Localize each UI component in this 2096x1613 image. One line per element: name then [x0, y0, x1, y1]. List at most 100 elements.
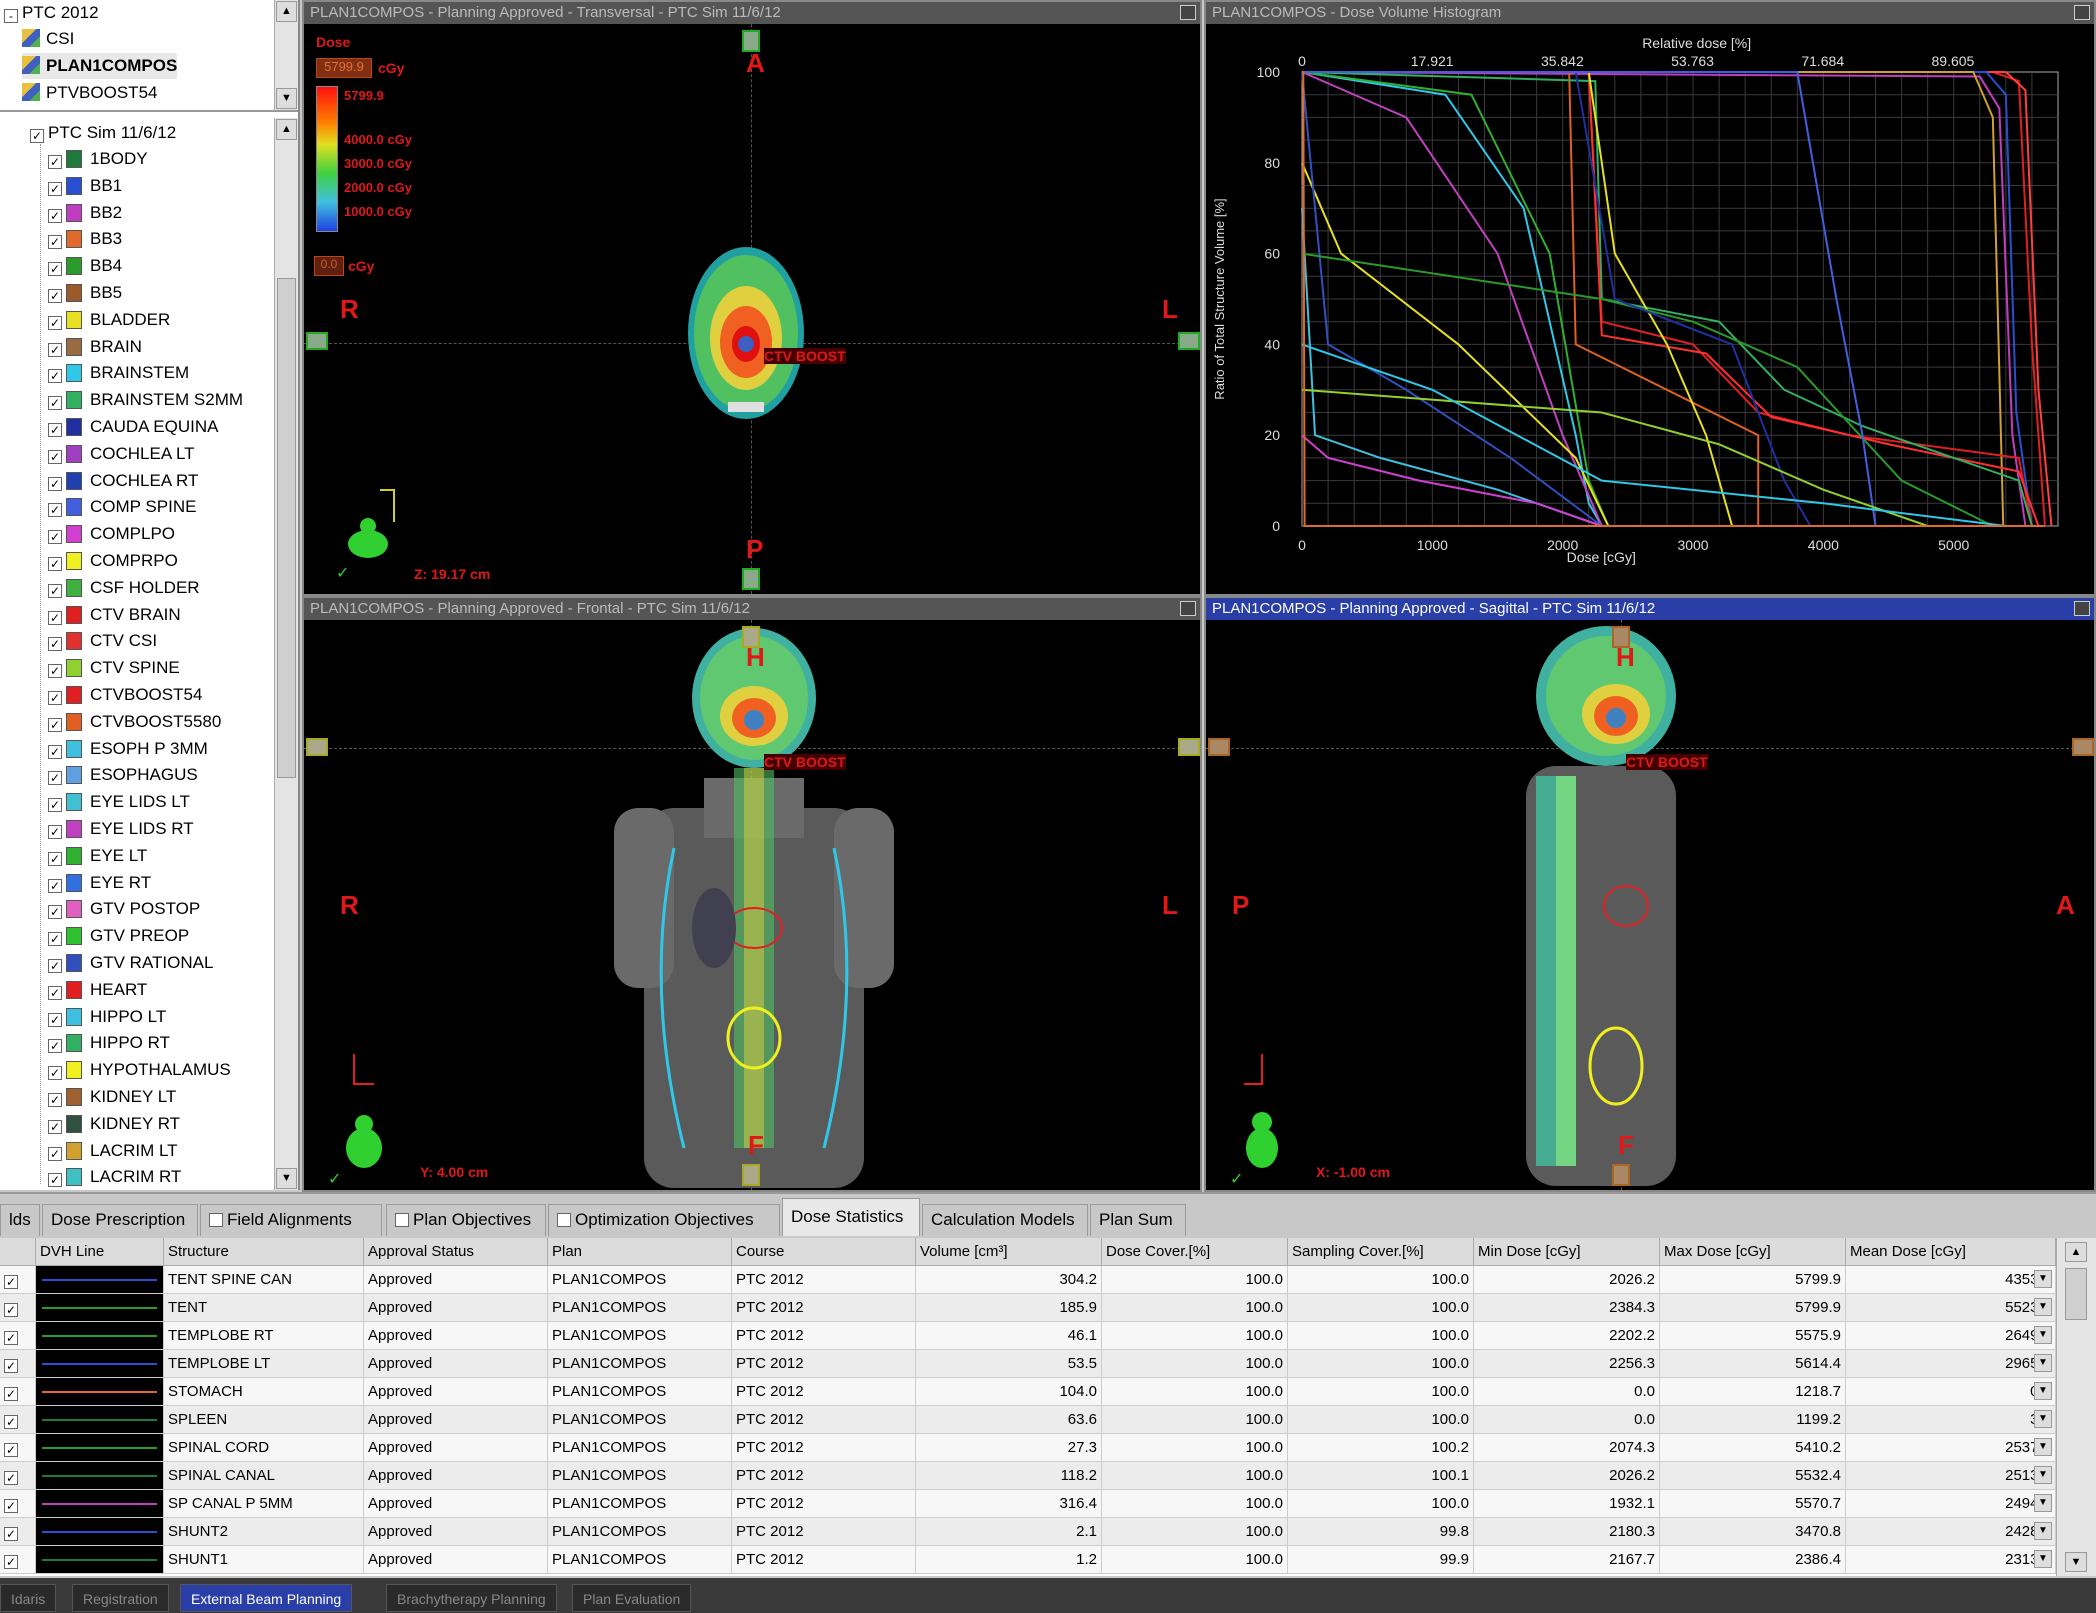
tab-field-alignments[interactable]: Field Alignments [200, 1204, 382, 1236]
structure-item[interactable]: ✓ BB2 [48, 200, 122, 226]
checkbox[interactable]: ✓ [48, 369, 62, 384]
scroll-up-icon[interactable]: ▲ [2065, 1242, 2087, 1262]
structure-item[interactable]: ✓ ESOPH P 3MM [48, 736, 208, 762]
structure-item[interactable]: ✓ CAUDA EQUINA [48, 414, 218, 440]
chevron-down-icon[interactable]: ▼ [2034, 1326, 2052, 1344]
checkbox[interactable]: ✓ [48, 771, 62, 786]
scroll-down-icon[interactable]: ▼ [276, 88, 297, 109]
dvh-line-swatch[interactable] [36, 1546, 164, 1574]
structure-item[interactable]: ✓ EYE LIDS RT [48, 816, 194, 842]
checkbox[interactable]: ✓ [48, 610, 62, 625]
checkbox[interactable]: ✓ [48, 396, 62, 411]
slice-marker-bottom[interactable] [742, 568, 760, 590]
dvh-line-swatch[interactable] [36, 1518, 164, 1546]
row-visible-checkbox[interactable]: ✓ [0, 1322, 36, 1350]
plan-scrollbar[interactable]: ▲ ▼ [274, 0, 298, 110]
chevron-down-icon[interactable]: ▼ [2034, 1298, 2052, 1316]
column-header[interactable]: DVH Line [36, 1238, 164, 1266]
structure-item[interactable]: ✓ COMP SPINE [48, 494, 196, 520]
dose-colorbar[interactable] [316, 86, 338, 232]
checkbox[interactable]: ✓ [48, 342, 62, 357]
structure-item[interactable]: ✓ CTV SPINE [48, 655, 180, 681]
column-header-visible[interactable] [0, 1238, 36, 1266]
checkbox[interactable]: ✓ [48, 476, 62, 491]
slice-marker-top[interactable] [742, 626, 760, 648]
structure-item[interactable]: ✓ BB1 [48, 173, 122, 199]
row-visible-checkbox[interactable]: ✓ [0, 1546, 36, 1574]
row-visible-checkbox[interactable]: ✓ [0, 1378, 36, 1406]
tab-plan-objectives[interactable]: Plan Objectives [386, 1204, 546, 1236]
structure-item[interactable]: ✓ BRAINSTEM [48, 360, 189, 386]
structure-item[interactable]: ✓ BB3 [48, 226, 122, 252]
structure-item[interactable]: ✓ COCHLEA RT [48, 468, 198, 494]
row-visible-checkbox[interactable]: ✓ [0, 1350, 36, 1378]
structure-scrollbar[interactable]: ▲ ▼ [274, 118, 298, 1190]
tab-calculation-models[interactable]: Calculation Models [922, 1204, 1088, 1236]
column-header[interactable]: Plan [548, 1238, 732, 1266]
chevron-down-icon[interactable]: ▼ [2034, 1494, 2052, 1512]
row-visible-checkbox[interactable]: ✓ [0, 1518, 36, 1546]
cursor-dose-box[interactable]: 0.0 [314, 256, 344, 276]
checkbox[interactable]: ✓ [48, 932, 62, 947]
checkbox[interactable]: ✓ [4, 1275, 18, 1289]
checkbox[interactable]: ✓ [48, 181, 62, 196]
column-header[interactable]: Min Dose [cGy] [1474, 1238, 1660, 1266]
chevron-down-icon[interactable]: ▼ [2034, 1354, 2052, 1372]
maximize-icon[interactable] [1180, 5, 1196, 20]
slice-marker-top[interactable] [742, 30, 760, 52]
structure-item[interactable]: ✓ HIPPO LT [48, 1004, 166, 1030]
dvh-line-swatch[interactable] [36, 1322, 164, 1350]
scroll-down-icon[interactable]: ▼ [276, 1168, 297, 1189]
checkbox[interactable]: ✓ [48, 1039, 62, 1054]
maximize-icon[interactable] [2074, 601, 2090, 616]
structure-item[interactable]: ✓ HYPOTHALAMUS [48, 1057, 231, 1083]
row-visible-checkbox[interactable]: ✓ [0, 1434, 36, 1462]
row-visible-checkbox[interactable]: ✓ [0, 1490, 36, 1518]
checkbox[interactable]: ✓ [4, 1471, 18, 1485]
dvh-line-swatch[interactable] [36, 1462, 164, 1490]
slice-marker-top[interactable] [1612, 626, 1630, 648]
checkbox[interactable]: ✓ [48, 423, 62, 437]
checkbox[interactable]: ✓ [30, 129, 44, 143]
checkbox[interactable]: ✓ [48, 1146, 62, 1161]
structure-item[interactable]: ✓ GTV PREOP [48, 923, 189, 949]
slice-marker-bottom[interactable] [742, 1164, 760, 1186]
tab-lds[interactable]: lds [0, 1204, 40, 1236]
checkbox[interactable]: ✓ [48, 289, 62, 303]
row-visible-checkbox[interactable]: ✓ [0, 1266, 36, 1294]
checkbox[interactable]: ✓ [4, 1331, 18, 1345]
dvh-line-swatch[interactable] [36, 1434, 164, 1462]
checkbox[interactable]: ✓ [48, 262, 62, 277]
checkbox[interactable]: ✓ [4, 1303, 18, 1317]
column-header[interactable]: Approval Status [364, 1238, 548, 1266]
checkbox[interactable]: ✓ [48, 985, 62, 1000]
checkbox[interactable]: ✓ [48, 637, 62, 652]
checkbox[interactable]: ✓ [4, 1499, 18, 1513]
column-header[interactable]: Mean Dose [cGy] [1846, 1238, 2056, 1266]
tab-dose-statistics[interactable]: Dose Statistics [782, 1198, 920, 1236]
tab-plan-sum[interactable]: Plan Sum [1090, 1204, 1186, 1236]
structure-item[interactable]: ✓ CTVBOOST54 [48, 682, 202, 708]
structure-item[interactable]: ✓ BB5 [48, 280, 122, 306]
row-visible-checkbox[interactable]: ✓ [0, 1406, 36, 1434]
transversal-view[interactable]: PLAN1COMPOS - Planning Approved - Transv… [302, 0, 1202, 596]
slice-marker-right[interactable] [1178, 738, 1200, 756]
chevron-down-icon[interactable]: ▼ [2034, 1550, 2052, 1568]
scroll-up-icon[interactable]: ▲ [276, 1, 297, 22]
expand-icon[interactable]: - [4, 9, 18, 23]
column-header[interactable]: Dose Cover.[%] [1102, 1238, 1288, 1266]
tab-optimization-objectives[interactable]: Optimization Objectives [548, 1204, 780, 1236]
slice-marker-right[interactable] [1178, 332, 1200, 350]
checkbox[interactable]: ✓ [4, 1443, 18, 1457]
chevron-down-icon[interactable]: ▼ [2034, 1438, 2052, 1456]
structure-item[interactable]: ✓ CTV CSI [48, 628, 157, 654]
checkbox[interactable]: ✓ [48, 905, 62, 920]
workspace-tab-registration[interactable]: Registration [72, 1584, 169, 1612]
checkbox[interactable]: ✓ [48, 744, 62, 759]
checkbox[interactable]: ✓ [48, 1093, 62, 1107]
checkbox[interactable]: ✓ [48, 878, 62, 893]
column-header[interactable]: Max Dose [cGy] [1660, 1238, 1846, 1266]
checkbox[interactable]: ✓ [48, 315, 62, 330]
column-header[interactable]: Volume [cm³] [916, 1238, 1102, 1266]
row-visible-checkbox[interactable]: ✓ [0, 1294, 36, 1322]
